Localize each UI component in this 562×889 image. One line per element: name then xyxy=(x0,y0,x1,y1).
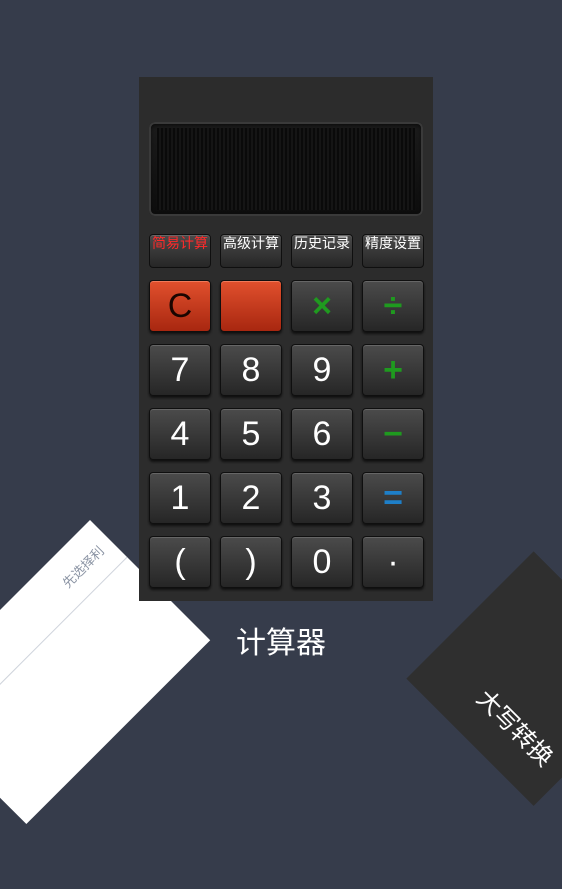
digit-4-button[interactable]: 4 xyxy=(149,408,211,460)
digit-2-button[interactable]: 2 xyxy=(220,472,282,524)
digit-1-button[interactable]: 1 xyxy=(149,472,211,524)
minus-button[interactable]: − xyxy=(362,408,424,460)
tab-history[interactable]: 历史记录 xyxy=(291,234,353,268)
digit-0-button[interactable]: 0 xyxy=(291,536,353,588)
tab-advanced-calc[interactable]: 高级计算 xyxy=(220,234,282,268)
digit-8-button[interactable]: 8 xyxy=(220,344,282,396)
display-screen xyxy=(157,128,415,210)
digit-7-button[interactable]: 7 xyxy=(149,344,211,396)
multiply-button[interactable]: × xyxy=(291,280,353,332)
clear-button[interactable]: C xyxy=(149,280,211,332)
open-paren-button[interactable]: ( xyxy=(149,536,211,588)
digit-5-button[interactable]: 5 xyxy=(220,408,282,460)
backspace-button[interactable] xyxy=(220,280,282,332)
digit-6-button[interactable]: 6 xyxy=(291,408,353,460)
equals-button[interactable]: = xyxy=(362,472,424,524)
digit-9-button[interactable]: 9 xyxy=(291,344,353,396)
plus-button[interactable]: + xyxy=(362,344,424,396)
close-paren-button[interactable]: ) xyxy=(220,536,282,588)
divide-button[interactable]: ÷ xyxy=(362,280,424,332)
calculator-caption[interactable]: 计算器 xyxy=(0,618,562,662)
tab-precision-settings[interactable]: 精度设置 xyxy=(362,234,424,268)
calculator-card[interactable]: 简易计算 高级计算 历史记录 精度设置 C × ÷ 7 8 9 + 4 5 6 … xyxy=(139,77,433,601)
carousel: 先选择利 投资计算器 大写转换 简易计算 高级计算 历史记录 精度设置 C × … xyxy=(0,0,562,889)
calculator-display xyxy=(149,122,423,216)
decimal-point-button[interactable]: · xyxy=(362,536,424,588)
tab-simple-calc[interactable]: 简易计算 xyxy=(149,234,211,268)
mode-tabs: 简易计算 高级计算 历史记录 精度设置 xyxy=(149,234,425,270)
digit-3-button[interactable]: 3 xyxy=(291,472,353,524)
